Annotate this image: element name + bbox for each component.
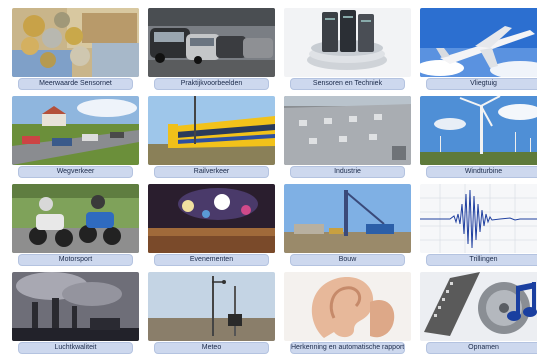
film-reel-music-photo [420, 272, 537, 341]
tile-label: Herkenning en automatische rapporten [290, 342, 405, 354]
tile-label: Luchtkwaliteit [18, 342, 133, 354]
tile-label: Wegverkeer [18, 166, 133, 178]
tile-bouw[interactable]: Bouw [284, 184, 411, 266]
tile-industrie[interactable]: Industrie [284, 96, 411, 178]
tile-label: Vliegtuig [426, 78, 537, 90]
tile-label: Meteo [154, 342, 269, 354]
weather-station-photo [148, 272, 275, 341]
tile-wegverkeer[interactable]: Wegverkeer [12, 96, 139, 178]
tile-label: Evenementen [154, 254, 269, 266]
train-photo [148, 96, 275, 165]
category-grid: Meerwaarde Sensornet Praktijkvoorbeelden [0, 0, 537, 354]
servers-photo [284, 8, 411, 77]
wind-turbine-photo [420, 96, 537, 165]
tile-sensoren-en-techniek[interactable]: Sensoren en Techniek [284, 8, 411, 90]
tile-label: Windturbine [426, 166, 537, 178]
tile-label: Bouw [290, 254, 405, 266]
tile-herkenning[interactable]: Herkenning en automatische rapporten [284, 272, 411, 354]
airplane-photo [420, 8, 537, 77]
tile-meteo[interactable]: Meteo [148, 272, 275, 354]
construction-crane-photo [284, 184, 411, 253]
industrial-roof-photo [284, 96, 411, 165]
highway-photo [12, 96, 139, 165]
tile-label: Praktijkvoorbeelden [154, 78, 269, 90]
tile-meerwaarde-sensornet[interactable]: Meerwaarde Sensornet [12, 8, 139, 90]
concert-photo [148, 184, 275, 253]
tile-trillingen[interactable]: Trillingen [420, 184, 537, 266]
tile-motorsport[interactable]: Motorsport [12, 184, 139, 266]
cars-photo [148, 8, 275, 77]
tile-label: Railverkeer [154, 166, 269, 178]
tile-label: Opnamen [426, 342, 537, 354]
tile-railverkeer[interactable]: Railverkeer [148, 96, 275, 178]
tile-label: Motorsport [18, 254, 133, 266]
ear-photo [284, 272, 411, 341]
tile-luchtkwaliteit[interactable]: Luchtkwaliteit [12, 272, 139, 354]
money-photo [12, 8, 139, 77]
tile-label: Meerwaarde Sensornet [18, 78, 133, 90]
tile-label: Trillingen [426, 254, 537, 266]
tile-evenementen[interactable]: Evenementen [148, 184, 275, 266]
motorcycle-race-photo [12, 184, 139, 253]
tile-label: Industrie [290, 166, 405, 178]
vibration-waveform [420, 184, 537, 253]
tile-label: Sensoren en Techniek [290, 78, 405, 90]
smokestack-photo [12, 272, 139, 341]
tile-windturbine[interactable]: Windturbine [420, 96, 537, 178]
tile-vliegtuig[interactable]: Vliegtuig [420, 8, 537, 90]
tile-opnamen[interactable]: Opnamen [420, 272, 537, 354]
tile-praktijkvoorbeelden[interactable]: Praktijkvoorbeelden [148, 8, 275, 90]
